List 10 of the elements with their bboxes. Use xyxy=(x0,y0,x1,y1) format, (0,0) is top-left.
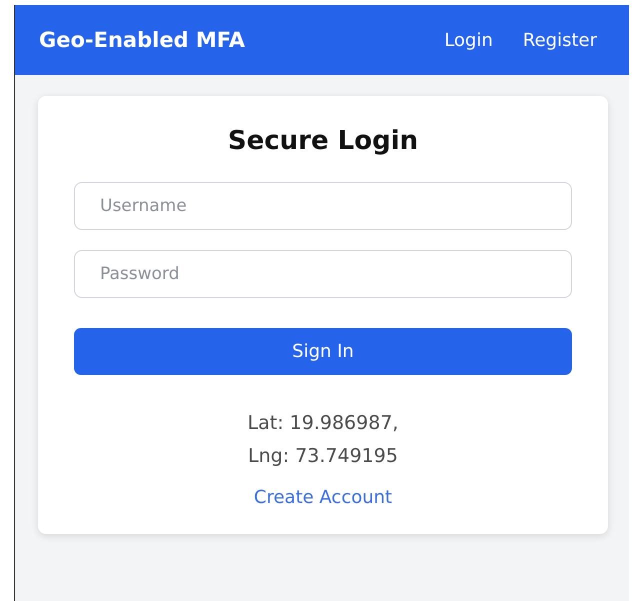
nav-link[interactable]: Register xyxy=(522,30,597,50)
sign-in-button[interactable]: Sign In xyxy=(74,328,572,375)
coordinates-text: Lng: 73.749195 xyxy=(247,444,399,469)
input-field[interactable]: Password xyxy=(74,250,572,298)
nav-link[interactable]: Login xyxy=(444,30,493,50)
coordinates-text: Lat: 19.986987, xyxy=(246,411,400,436)
create-account-link[interactable]: Create Account xyxy=(254,487,392,508)
card-title: Secure Login xyxy=(226,126,420,156)
app-title: Geo-Enabled MFA xyxy=(39,28,245,52)
input-field[interactable]: Username xyxy=(74,182,572,230)
